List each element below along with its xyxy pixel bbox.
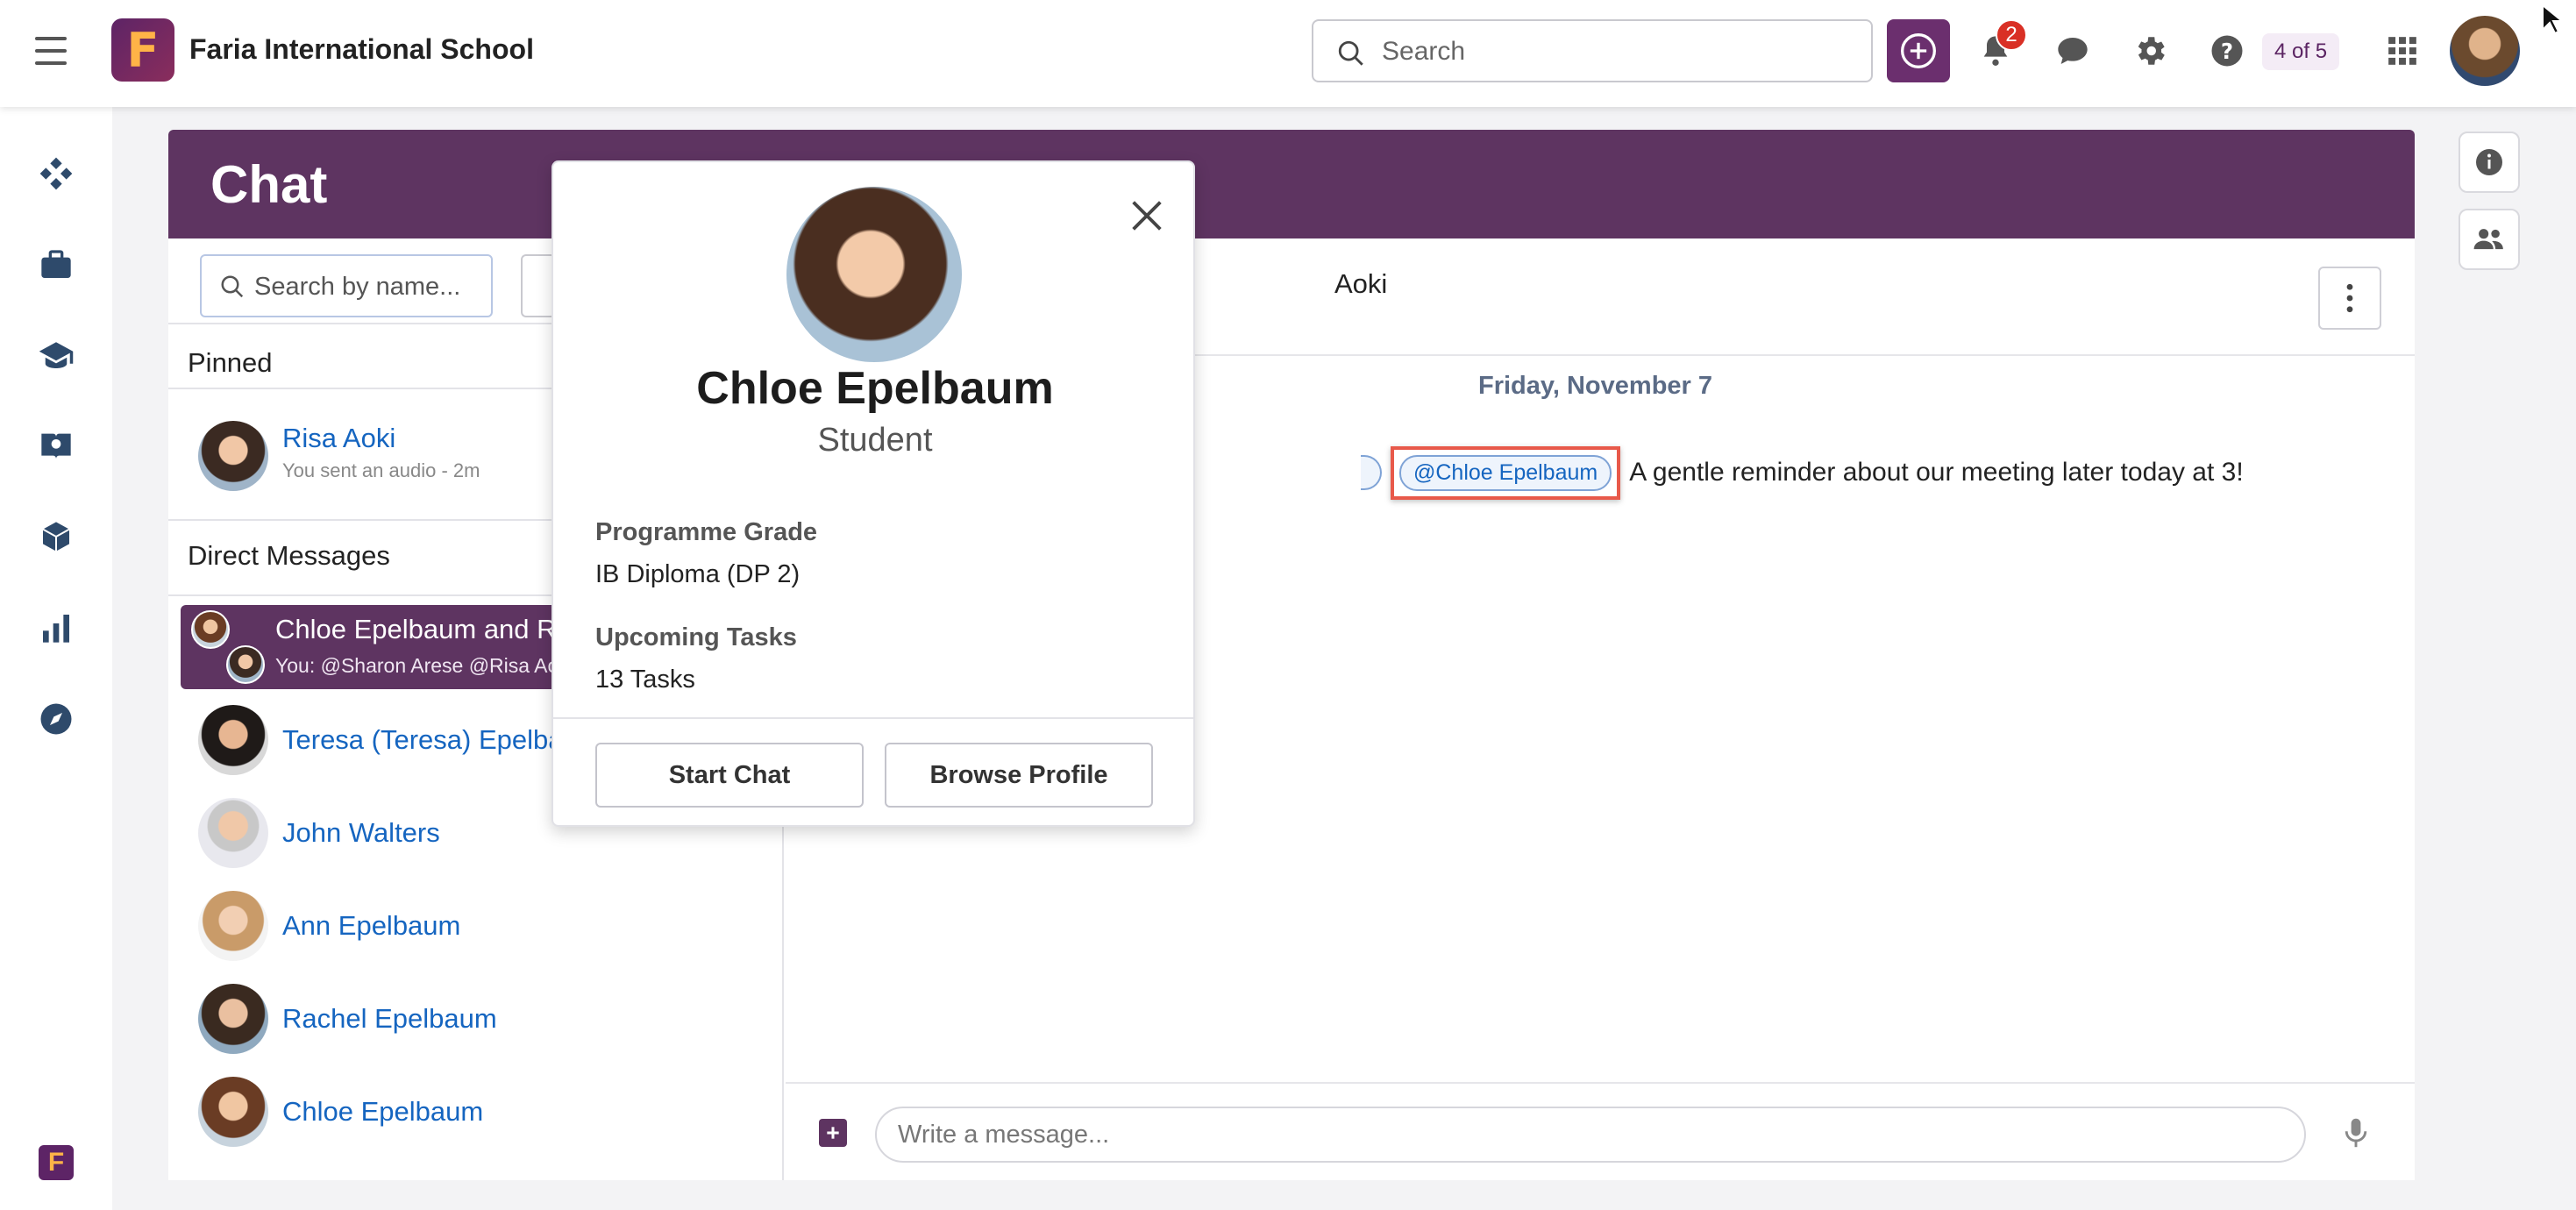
nav-portfolio[interactable] [35, 244, 77, 286]
contact-name: John Walters [282, 817, 440, 848]
school-name[interactable]: Faria International School [189, 33, 534, 66]
contact-name: Chloe Epelbaum [282, 1096, 484, 1127]
grade-value: IB Diploma (DP 2) [595, 560, 801, 588]
profile-name: Chloe Epelbaum [696, 363, 1054, 414]
avatar [198, 798, 268, 868]
nav-explore[interactable] [35, 698, 77, 740]
profile-avatar [786, 187, 962, 362]
grade-label: Programme Grade [595, 518, 818, 546]
browse-profile-button[interactable]: Browse Profile [885, 743, 1153, 808]
briefcase-icon [41, 250, 71, 278]
settings-button[interactable] [2129, 30, 2171, 72]
nav-library[interactable] [35, 424, 77, 466]
highlighted-mention: @Chloe Epelbaum [1391, 445, 1621, 500]
attach-button[interactable] [819, 1119, 847, 1147]
chat-header: Chat [168, 130, 2415, 238]
people-icon [2473, 229, 2503, 250]
avatar [191, 610, 230, 649]
divider [553, 717, 1193, 719]
avatar [226, 645, 265, 684]
top-bar: F Faria International School 2 ? 4 of 5 [0, 0, 2576, 107]
avatar [198, 705, 268, 775]
mention-chip-partial[interactable] [1361, 455, 1382, 490]
global-search[interactable] [1312, 19, 1873, 82]
date-separator: Friday, November 7 [1478, 372, 1713, 400]
school-logo[interactable]: F [111, 18, 174, 82]
chat-panel: Chat Pinned Risa Aoki You sent an audio … [168, 130, 2415, 1180]
conversation-menu-button[interactable] [2318, 267, 2381, 330]
bar-chart-icon [43, 615, 69, 643]
message-preview: You sent an audio - 2m [282, 459, 480, 481]
direct-messages-title: Direct Messages [188, 540, 390, 571]
grid-icon [2388, 37, 2416, 65]
notification-badge: 2 [1996, 19, 2027, 51]
search-input[interactable] [1382, 33, 1838, 70]
nav-dashboard[interactable] [35, 153, 77, 195]
apps-button[interactable] [2381, 30, 2423, 72]
info-button[interactable] [2459, 132, 2520, 193]
gear-icon [2138, 37, 2165, 65]
tasks-label: Upcoming Tasks [595, 623, 797, 651]
nav-resources[interactable] [35, 516, 77, 558]
mention-chip[interactable]: @Chloe Epelbaum [1399, 454, 1612, 491]
create-button[interactable] [1887, 19, 1950, 82]
profile-popover: Chloe Epelbaum Student Programme Grade I… [551, 160, 1195, 827]
contact-name: Chloe Epelbaum and R [275, 614, 557, 644]
pinned-title: Pinned [188, 347, 273, 378]
user-avatar[interactable] [2450, 16, 2520, 86]
search-icon [1338, 40, 1363, 66]
more-vertical-icon [2346, 283, 2353, 313]
cube-icon [42, 522, 70, 552]
plus-circle-icon [1901, 33, 1936, 68]
menu-icon[interactable] [35, 37, 67, 65]
message-preview: You: @Sharon Arese @Risa Ao [275, 654, 559, 677]
cursor-icon [2542, 4, 2564, 35]
contact-name: Risa Aoki [282, 423, 396, 453]
message-text: A gentle reminder about our meeting late… [1629, 458, 2244, 487]
left-navigation-rail: F [0, 107, 112, 1210]
help-icon: ? [2211, 35, 2243, 67]
nav-academics[interactable] [35, 335, 77, 377]
contact-search-input[interactable] [254, 270, 482, 303]
avatar [198, 984, 268, 1054]
onboarding-progress[interactable]: 4 of 5 [2262, 33, 2340, 70]
message-input[interactable] [875, 1107, 2306, 1163]
help-button[interactable]: ? [2206, 30, 2248, 72]
page-title: Chat [210, 155, 328, 214]
svg-text:?: ? [2221, 39, 2233, 64]
avatar [198, 421, 268, 491]
messages-button[interactable] [2052, 30, 2094, 72]
message-composer [786, 1082, 2415, 1180]
compass-icon [40, 703, 72, 735]
rail-logo[interactable]: F [39, 1145, 74, 1180]
close-icon[interactable] [1127, 196, 1167, 236]
avatar [198, 1077, 268, 1147]
conversation-title: Aoki [1334, 268, 1388, 299]
chat-bubble-icon [2058, 38, 2088, 64]
contact-name: Ann Epelbaum [282, 910, 461, 941]
search-icon [221, 275, 244, 298]
contact-name: Teresa (Teresa) Epelba [282, 724, 564, 755]
book-globe-icon [41, 433, 71, 459]
tasks-value: 13 Tasks [595, 666, 695, 694]
avatar [198, 891, 268, 961]
contact-search[interactable] [200, 254, 493, 317]
members-button[interactable] [2459, 209, 2520, 270]
start-chat-button[interactable]: Start Chat [595, 743, 864, 808]
filter-button[interactable] [521, 254, 556, 317]
graduation-cap-icon [39, 342, 74, 368]
microphone-icon[interactable] [2343, 1117, 2369, 1149]
contact-name: Rachel Epelbaum [282, 1003, 497, 1034]
profile-role: Student [817, 422, 933, 459]
info-icon [2476, 149, 2502, 175]
diamond-grid-icon [39, 157, 73, 190]
plus-icon [827, 1127, 839, 1139]
nav-reports[interactable] [35, 607, 77, 649]
message: @Chloe Epelbaum A gentle reminder about … [1361, 444, 2244, 502]
